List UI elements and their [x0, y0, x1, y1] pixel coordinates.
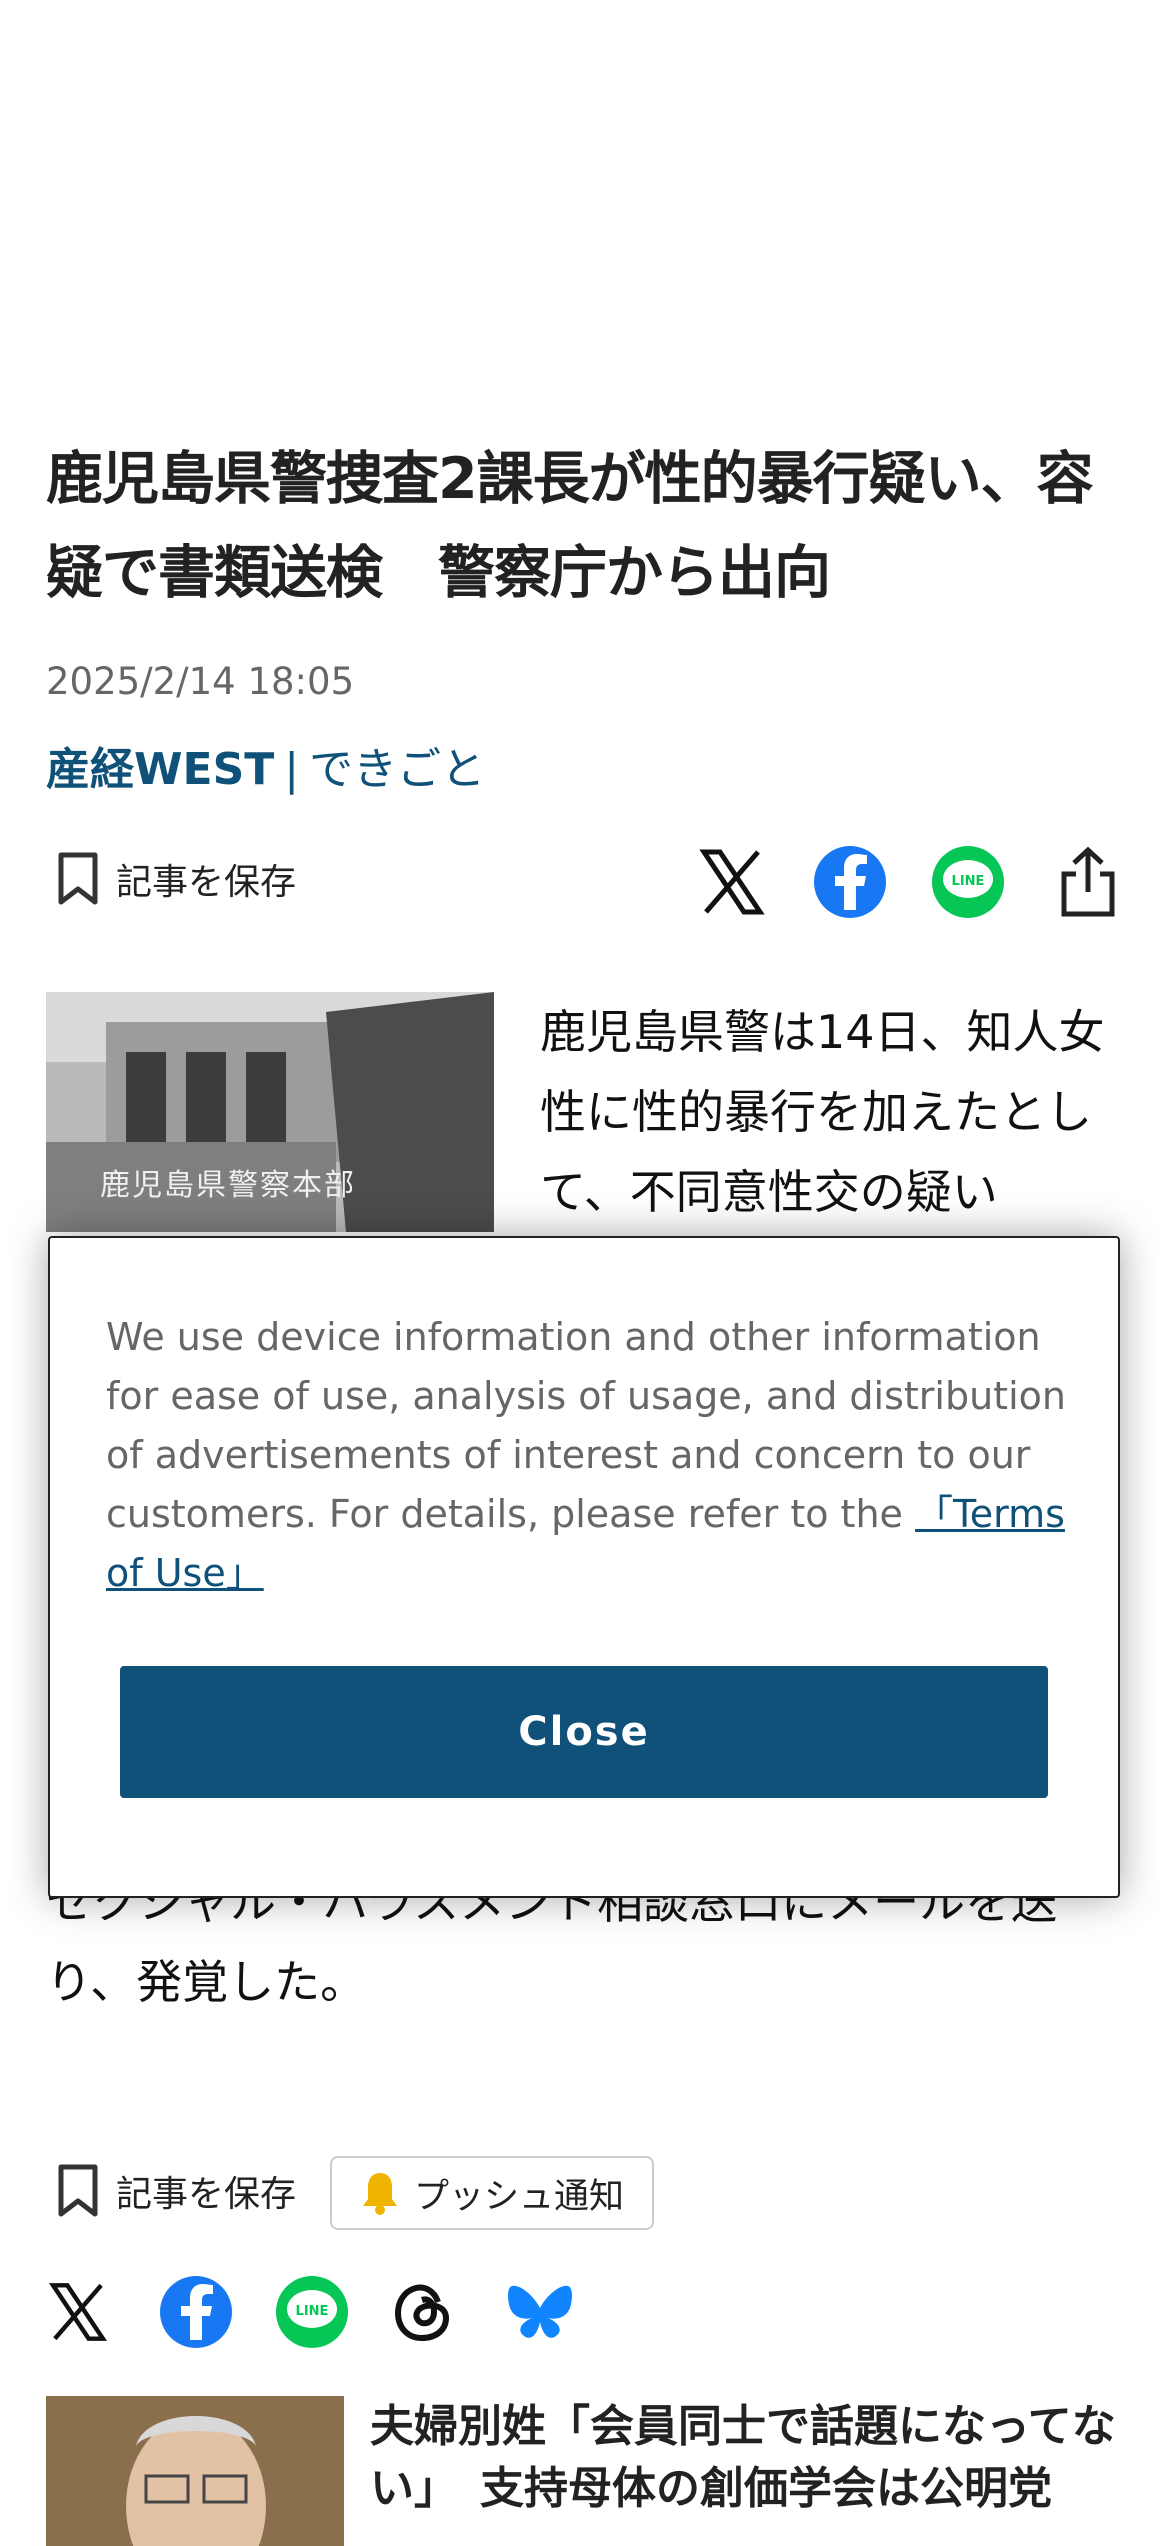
save-article-label: 記事を保存 — [116, 862, 297, 903]
related-article-image[interactable] — [46, 2396, 344, 2546]
close-button[interactable]: Close — [120, 1666, 1048, 1798]
threads-icon[interactable] — [392, 2280, 456, 2344]
share-bar-top: LINE — [696, 846, 1118, 918]
bookmark-icon — [58, 2164, 98, 2217]
line-icon[interactable]: LINE — [932, 846, 1004, 918]
related-article-title[interactable]: 夫婦別姓「会員同士で話題になってない」 支持母体の創価学会は公明党 — [370, 2396, 1140, 2520]
line-icon-text: LINE — [296, 2304, 329, 2319]
facebook-icon[interactable] — [814, 846, 886, 918]
publisher-link[interactable]: 産経WEST — [46, 744, 274, 795]
x-icon[interactable] — [696, 846, 768, 918]
consent-dialog: We use device information and other info… — [48, 1236, 1120, 1898]
share-icon[interactable] — [1058, 846, 1118, 918]
save-article-label: 記事を保存 — [116, 2174, 297, 2215]
bell-icon — [362, 2173, 397, 2215]
source-separator: | — [284, 744, 300, 795]
article-source: 産経WEST | できごと — [46, 740, 485, 800]
category-link[interactable]: できごと — [309, 744, 485, 795]
bookmark-icon — [58, 852, 98, 905]
article-lead: 鹿児島県警は14日、知人女性に性的暴行を加えたとして、不同意性交の疑い — [540, 1005, 1105, 1219]
line-icon[interactable]: LINE — [276, 2276, 348, 2348]
push-notification-button[interactable]: プッシュ通知 — [330, 2156, 654, 2230]
article-date: 2025/2/14 18:05 — [46, 660, 355, 703]
facebook-icon[interactable] — [160, 2276, 232, 2348]
save-article-button[interactable]: 記事を保存 — [56, 852, 296, 906]
photo-sign-text: 鹿児島県警察本部 — [100, 1168, 356, 1203]
x-icon[interactable] — [46, 2280, 110, 2344]
bluesky-icon[interactable] — [506, 2282, 574, 2342]
article-headline: 鹿児島県警捜査2課長が性的暴行疑い、容疑で書類送検 警察庁から出向 — [46, 446, 1094, 606]
save-article-button-bottom[interactable]: 記事を保存 — [56, 2164, 296, 2218]
share-bar-bottom: LINE — [46, 2276, 574, 2348]
article-photo[interactable]: 鹿児島県警察本部 — [46, 992, 494, 1232]
consent-message: We use device information and other info… — [106, 1308, 1066, 1603]
line-icon-text: LINE — [952, 874, 985, 889]
push-notification-label: プッシュ通知 — [413, 2176, 624, 2217]
